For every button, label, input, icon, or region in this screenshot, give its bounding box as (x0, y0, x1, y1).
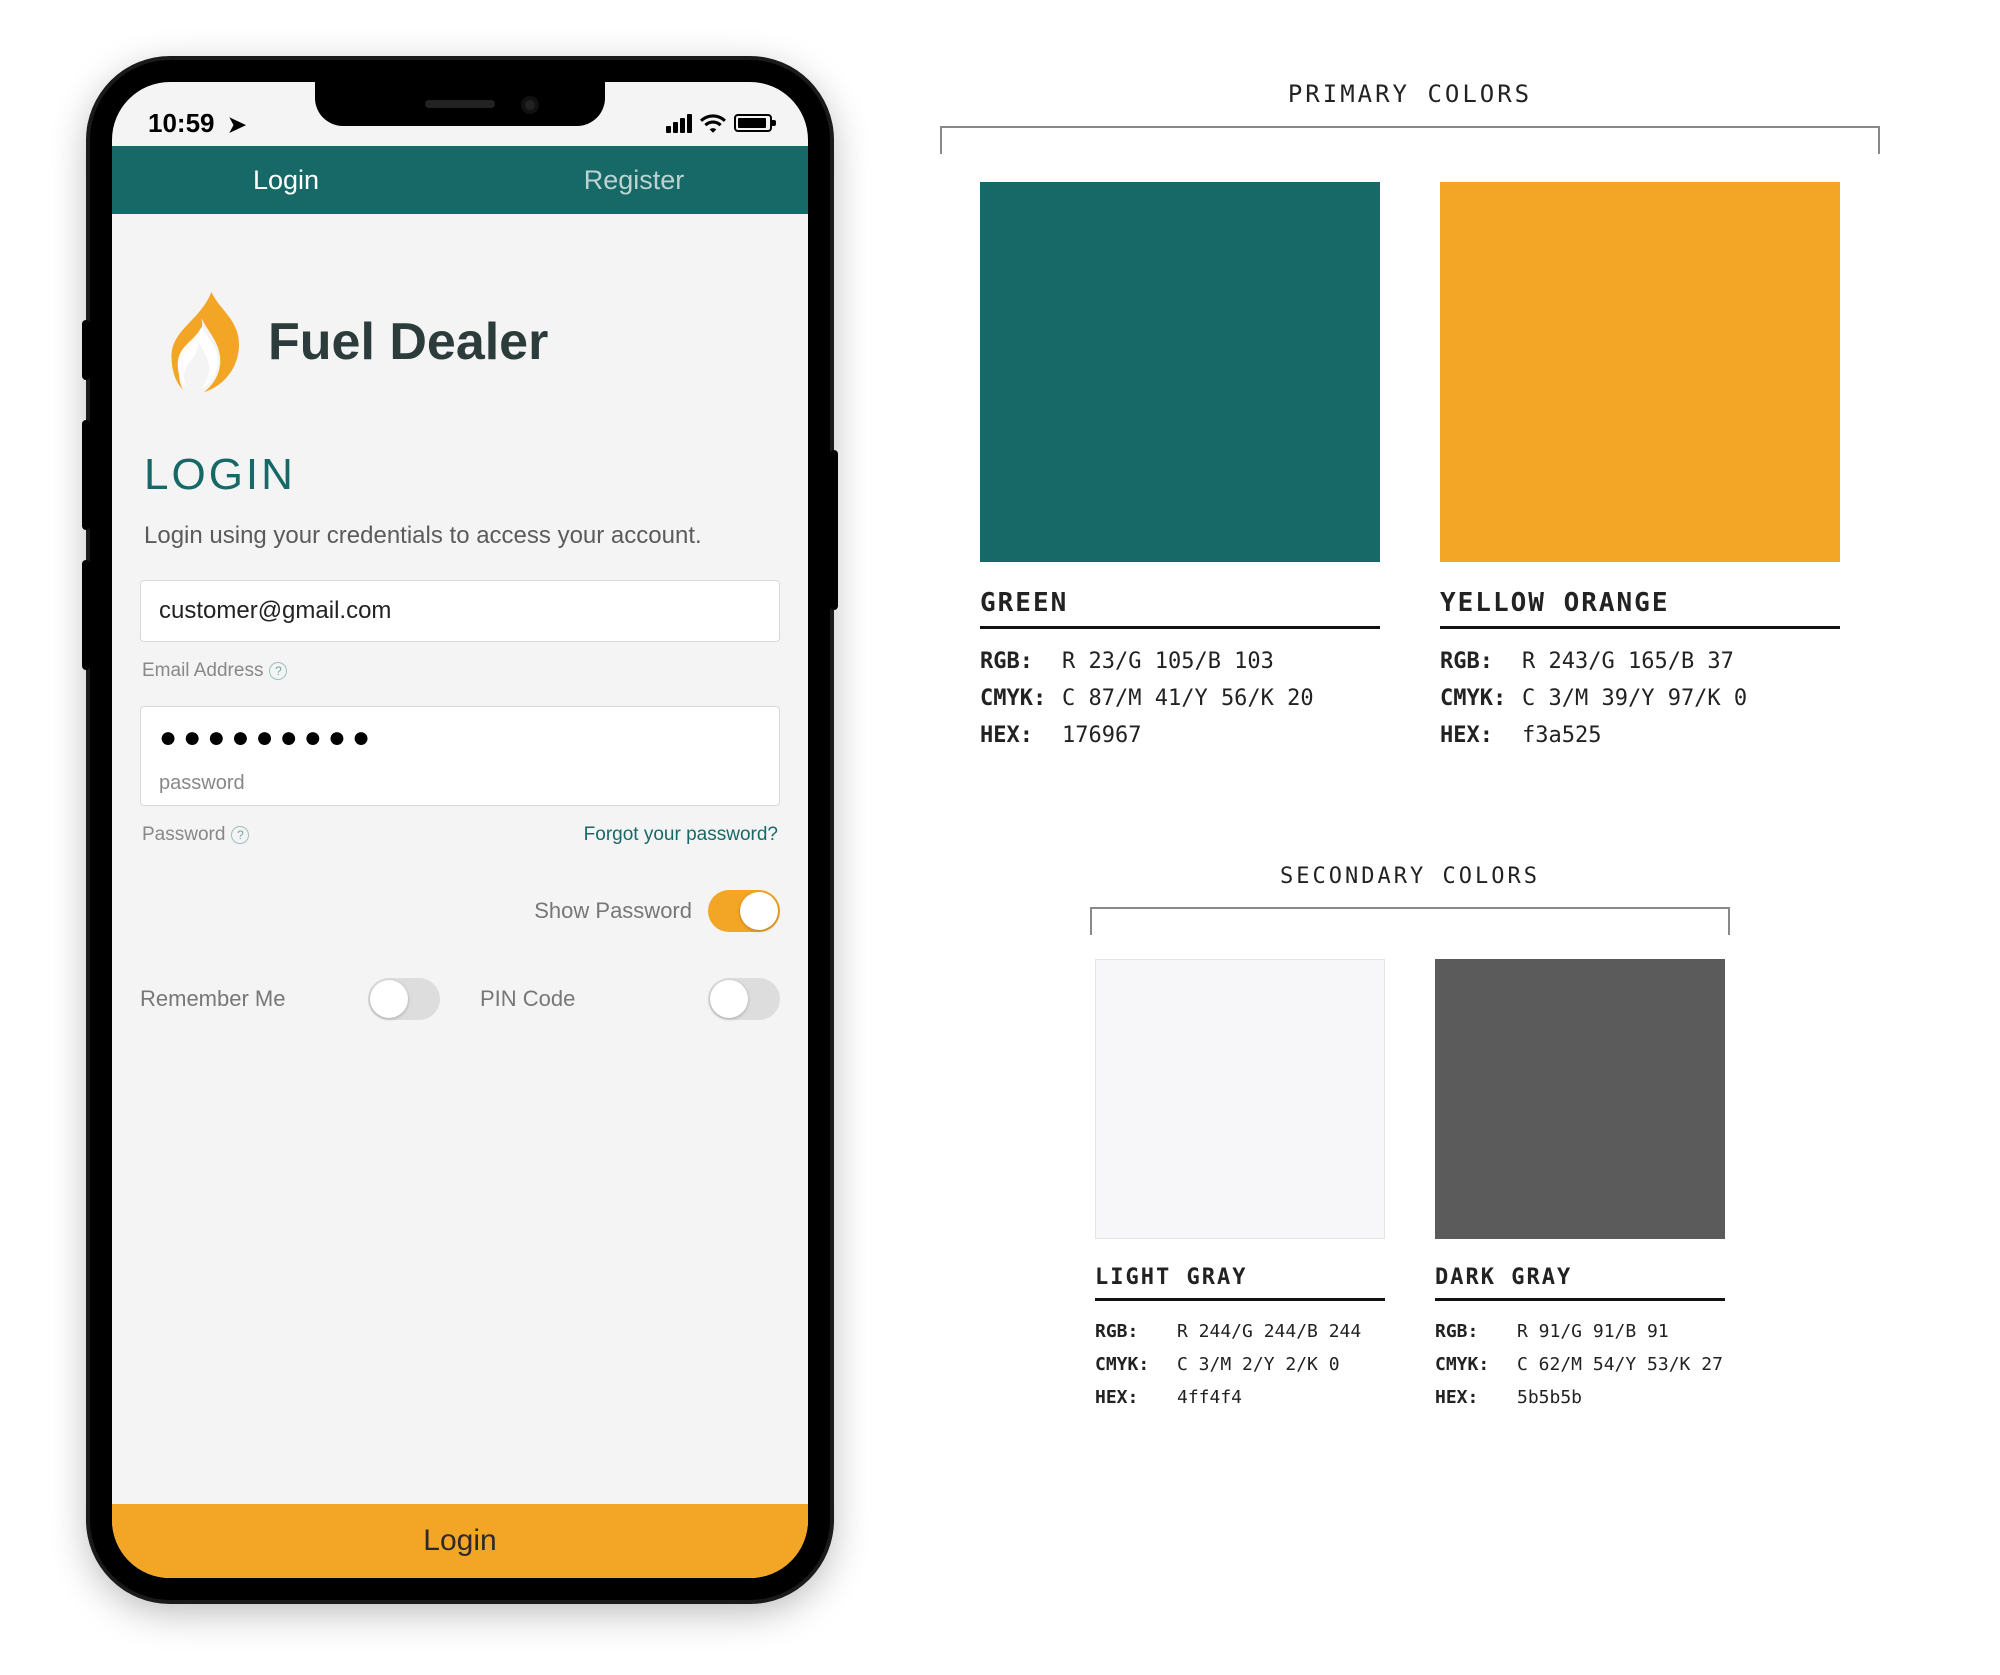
phone-power-button (830, 450, 838, 610)
tab-login[interactable]: Login (112, 146, 460, 214)
password-hint: Password (142, 824, 225, 846)
email-hint: Email Address (142, 660, 263, 682)
battery-icon (734, 114, 772, 132)
show-password-label: Show Password (534, 898, 692, 924)
swatch-name: LIGHT GRAY (1095, 1265, 1385, 1290)
swatch-yellow-orange: YELLOW ORANGE RGB:R 243/G 165/B 37 CMYK:… (1440, 182, 1840, 754)
swatch-name: YELLOW ORANGE (1440, 588, 1840, 618)
swatch-color (980, 182, 1380, 562)
help-icon[interactable]: ? (269, 662, 287, 680)
password-placeholder-row: password (140, 764, 780, 806)
login-button[interactable]: Login (112, 1504, 808, 1578)
swatch-name: GREEN (980, 588, 1380, 618)
secondary-colors-title: SECONDARY COLORS (910, 864, 1910, 889)
remember-me-label: Remember Me (140, 986, 285, 1012)
remember-me-toggle[interactable] (368, 978, 440, 1020)
tab-register[interactable]: Register (460, 146, 808, 214)
bracket-decoration (1090, 907, 1730, 935)
wifi-icon (700, 113, 726, 133)
forgot-password-link[interactable]: Forgot your password? (584, 824, 778, 846)
pin-code-toggle[interactable] (708, 978, 780, 1020)
phone-frame: 10:59 ➤ Login Register (90, 60, 830, 1600)
pin-code-label: PIN Code (480, 986, 575, 1012)
phone-volume-down (82, 560, 90, 670)
show-password-toggle[interactable] (708, 890, 780, 932)
login-subtitle: Login using your credentials to access y… (144, 522, 776, 550)
email-field[interactable] (140, 580, 780, 642)
swatch-light-gray: LIGHT GRAY RGB:R 244/G 244/B 244 CMYK:C … (1095, 959, 1385, 1414)
phone-side-button (82, 320, 90, 380)
flame-icon (170, 292, 248, 392)
bracket-decoration (940, 126, 1880, 154)
help-icon[interactable]: ? (231, 826, 249, 844)
phone-volume-up (82, 420, 90, 530)
swatch-color (1435, 959, 1725, 1239)
color-palette-panel: PRIMARY COLORS GREEN RGB:R 23/G 105/B 10… (910, 60, 1910, 1414)
brand: Fuel Dealer (170, 292, 780, 392)
signal-icon (666, 114, 692, 133)
status-time: 10:59 (148, 108, 215, 138)
swatch-color (1095, 959, 1385, 1239)
login-heading: LOGIN (144, 450, 780, 500)
swatch-color (1440, 182, 1840, 562)
swatch-green: GREEN RGB:R 23/G 105/B 103 CMYK:C 87/M 4… (980, 182, 1380, 754)
swatch-name: DARK GRAY (1435, 1265, 1725, 1290)
location-arrow-icon: ➤ (228, 112, 246, 137)
primary-colors-title: PRIMARY COLORS (910, 80, 1910, 108)
brand-name: Fuel Dealer (268, 312, 548, 372)
phone-notch (315, 82, 605, 126)
top-tabs: Login Register (112, 146, 808, 214)
swatch-dark-gray: DARK GRAY RGB:R 91/G 91/B 91 CMYK:C 62/M… (1435, 959, 1725, 1414)
password-field[interactable]: ●●●●●●●●● (140, 706, 780, 768)
